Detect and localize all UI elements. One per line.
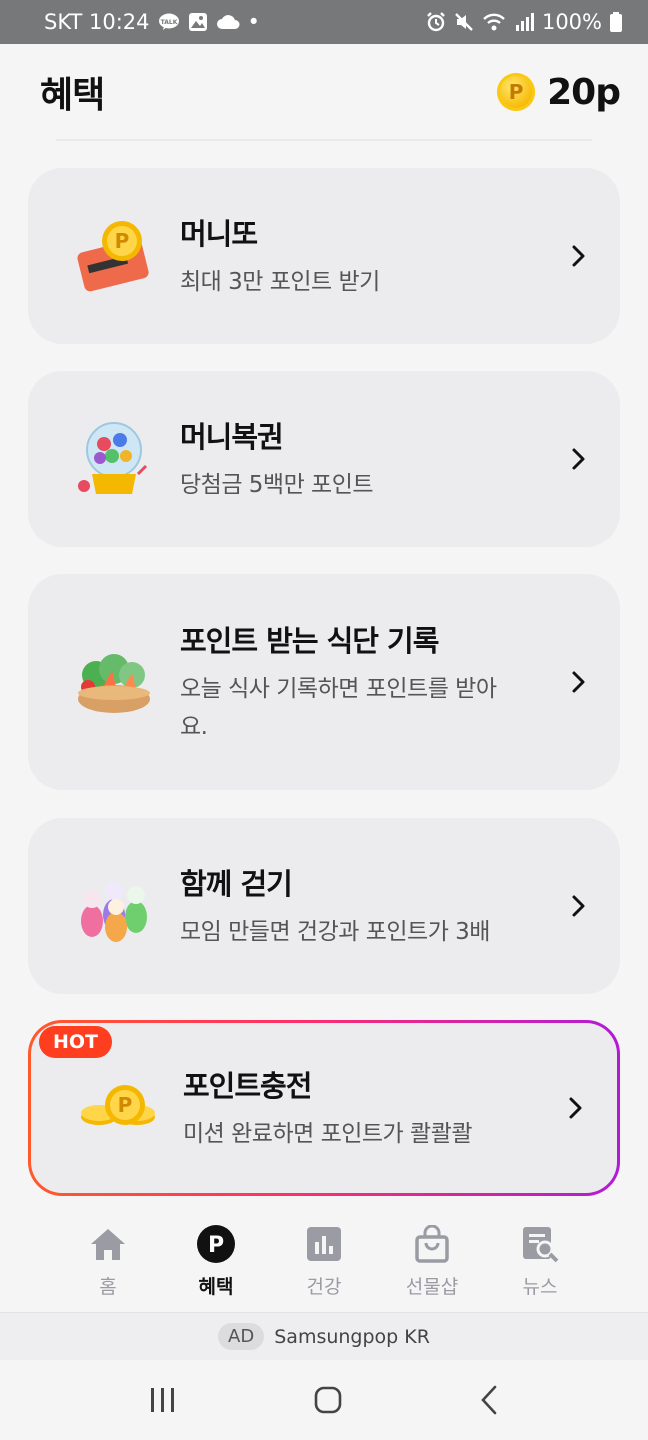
kakaotalk-icon: TALK [158, 13, 180, 31]
header-divider [56, 139, 592, 141]
nav-item-benefits[interactable]: P 혜택 [162, 1210, 270, 1312]
lottery-machine-icon [74, 418, 156, 500]
chevron-right-icon [572, 895, 585, 917]
battery-icon [610, 12, 622, 32]
page-title: 혜택 [40, 75, 105, 116]
chart-icon [304, 1224, 344, 1264]
nav-label: 건강 [306, 1276, 342, 1298]
notification-dot: • [247, 10, 260, 34]
point-icon: P [196, 1224, 236, 1264]
nav-label: 선물샵 [405, 1276, 459, 1298]
recent-apps-icon[interactable] [149, 1387, 177, 1413]
nav-item-gift-shop[interactable]: 선물샵 [378, 1210, 486, 1312]
home-button-icon[interactable] [314, 1386, 342, 1414]
svg-text:P: P [208, 1233, 224, 1258]
battery-percent: 100% [541, 10, 602, 34]
money-card-icon: P [74, 215, 156, 297]
walking-group-icon [74, 865, 156, 947]
shopping-bag-icon [412, 1224, 452, 1264]
alarm-icon [426, 12, 446, 32]
vegetable-basket-icon [74, 641, 156, 723]
nav-item-health[interactable]: 건강 [270, 1210, 378, 1312]
card-subtitle: 오늘 식사 기록하면 포인트를 받아요. [180, 676, 497, 740]
benefit-card-meal-log[interactable]: 포인트 받는 식단 기록 오늘 식사 기록하면 포인트를 받아요. [28, 574, 620, 790]
svg-text:TALK: TALK [160, 19, 177, 26]
points-value: 20p [547, 71, 621, 113]
nav-item-news[interactable]: 뉴스 [486, 1210, 594, 1312]
page-header: 혜택 P 20p [0, 44, 648, 140]
news-search-icon [520, 1224, 560, 1264]
point-coin-icon: P [497, 73, 536, 111]
ad-tag: AD [218, 1323, 265, 1350]
card-subtitle: 미션 완료하면 포인트가 콸콸콸 [183, 1121, 473, 1147]
chevron-right-icon [569, 1097, 582, 1119]
chevron-right-icon [572, 671, 585, 693]
card-title: 포인트 받는 식단 기록 [180, 624, 439, 658]
status-bar: SKT 10:24 TALK • 100% [0, 0, 648, 44]
bottom-nav: 홈 P 혜택 건강 선물샵 뉴스 [0, 1210, 648, 1312]
nav-label: 혜택 [198, 1276, 234, 1298]
points-balance[interactable]: P 20p [497, 71, 621, 113]
nav-label: 뉴스 [522, 1276, 558, 1298]
chevron-right-icon [572, 245, 585, 267]
benefit-card-walk-together[interactable]: 함께 걷기 모임 만들면 건강과 포인트가 3배 [28, 818, 620, 994]
ad-text: Samsungpop KR [274, 1325, 430, 1348]
back-icon[interactable] [479, 1385, 499, 1415]
nav-item-home[interactable]: 홈 [54, 1210, 162, 1312]
card-title: 머니또 [180, 217, 258, 251]
card-subtitle: 최대 3만 포인트 받기 [180, 269, 380, 295]
wifi-icon [482, 12, 506, 32]
system-navigation-bar [0, 1360, 648, 1440]
nav-label: 홈 [99, 1276, 117, 1298]
benefit-card-lottery[interactable]: 머니복권 당첨금 5백만 포인트 [28, 371, 620, 547]
benefit-card-point-charge[interactable]: HOT P 포인트충전 미션 완료하면 포인트가 콸콸콸 [28, 1020, 620, 1196]
chevron-right-icon [572, 448, 585, 470]
cloud-icon [216, 14, 240, 30]
svg-text:P: P [118, 1093, 133, 1117]
ad-banner[interactable]: AD Samsungpop KR [0, 1312, 648, 1360]
card-title: 함께 걷기 [180, 867, 293, 901]
home-icon [88, 1224, 128, 1264]
card-subtitle: 당첨금 5백만 포인트 [180, 472, 374, 498]
card-title: 머니복권 [180, 420, 284, 454]
gallery-icon [188, 12, 208, 32]
mute-icon [454, 12, 474, 32]
benefit-card-moneytto[interactable]: P 머니또 최대 3만 포인트 받기 [28, 168, 620, 344]
card-subtitle: 모임 만들면 건강과 포인트가 3배 [180, 919, 490, 945]
coin-stack-icon: P [77, 1067, 159, 1149]
hot-badge: HOT [39, 1026, 113, 1058]
svg-text:P: P [115, 229, 130, 253]
status-time: SKT 10:24 [44, 10, 150, 34]
card-title: 포인트충전 [183, 1069, 312, 1103]
signal-icon [514, 13, 534, 31]
